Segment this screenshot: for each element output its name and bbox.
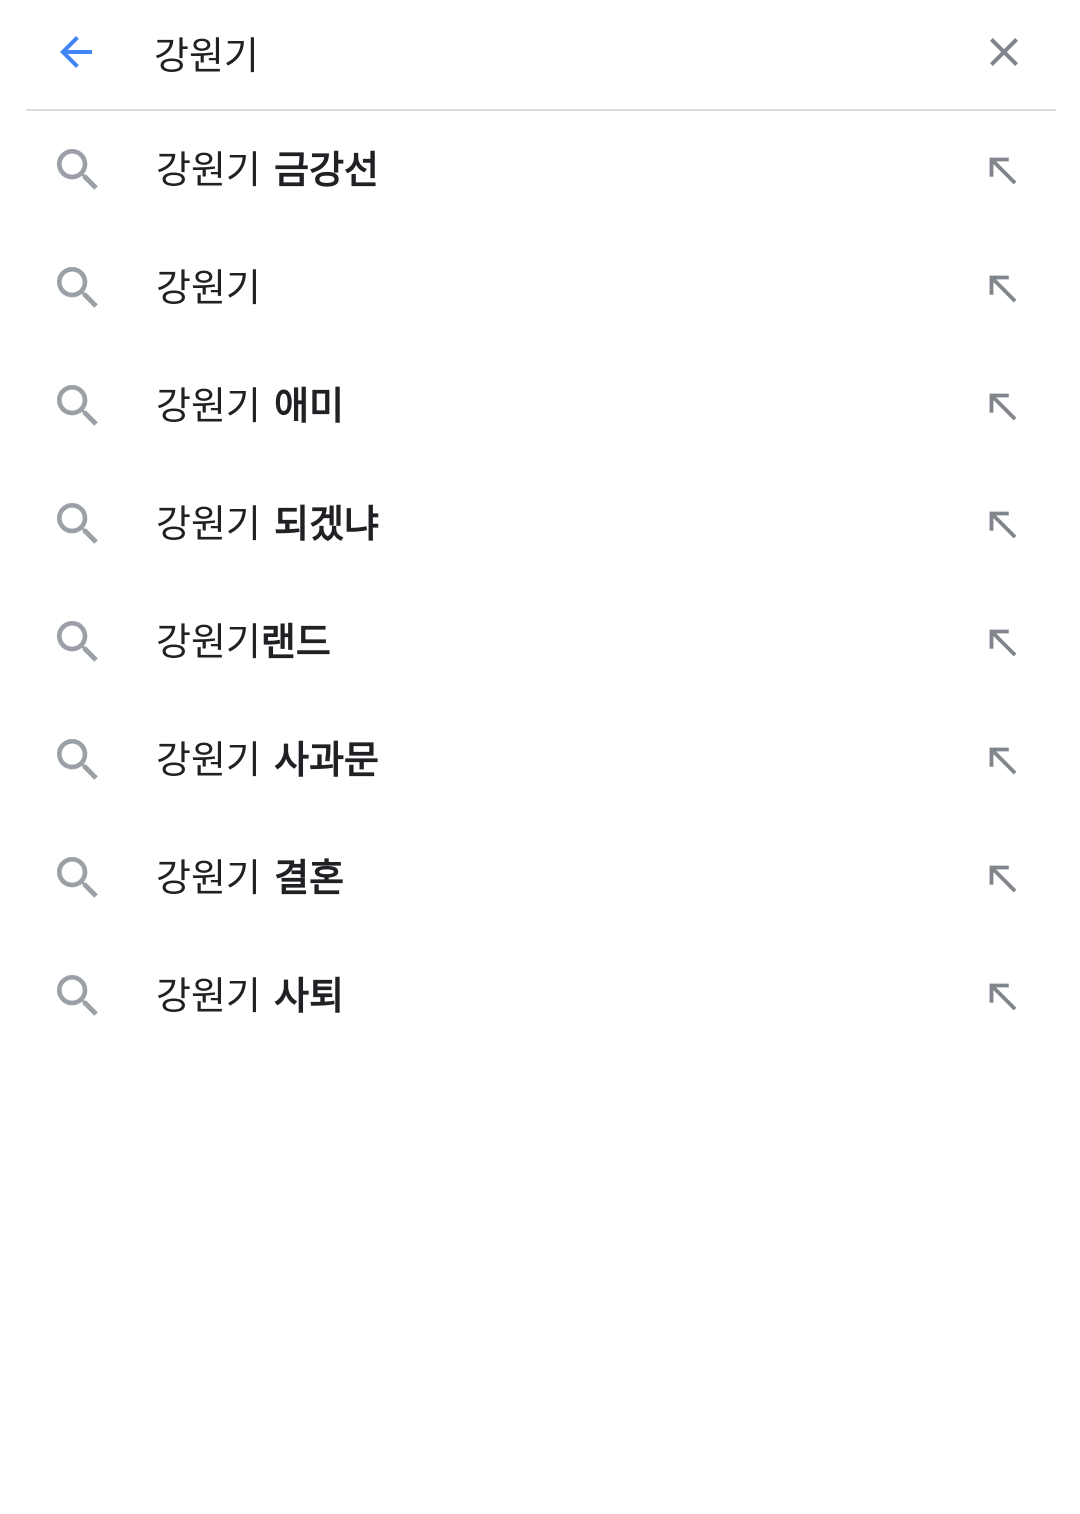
search-icon [57,857,98,898]
suggestion-prefix: 강원기 [156,738,261,782]
suggestion-prefix: 강원기 [156,620,261,664]
arrow-back-icon [60,36,92,68]
suggestion-text: 강원기 사퇴 [156,938,344,1056]
suggestion-text: 강원기 금강선 [156,112,379,230]
back-button[interactable] [46,22,106,82]
suggestion-completion: 애미 [260,384,345,428]
suggestion-text: 강원기 사과문 [156,702,379,820]
suggestion-item[interactable]: 강원기 되겠냐 [0,466,1080,584]
clear-button[interactable] [974,22,1034,82]
arrow-north-west-icon [989,983,1017,1011]
suggestion-completion: 되겠냐 [260,502,380,546]
suggestion-item[interactable]: 강원기 금강선 [0,112,1080,230]
suggestion-prefix: 강원기 [156,856,261,900]
arrow-north-west-icon [989,393,1017,421]
arrow-north-west-icon [989,275,1017,303]
suggestion-completion: 랜드 [260,620,331,664]
fill-query-button[interactable] [978,736,1028,786]
fill-query-button[interactable] [978,264,1028,314]
fill-query-button[interactable] [978,382,1028,432]
suggestion-list: 강원기 금강선 강원기 강원기 애미 강원기 되겠냐 강원기랜드 강원기 사과문… [0,112,1080,1056]
suggestion-item[interactable]: 강원기 결혼 [0,820,1080,938]
suggestion-item[interactable]: 강원기랜드 [0,584,1080,702]
fill-query-button[interactable] [978,146,1028,196]
suggestion-prefix: 강원기 [156,502,261,546]
arrow-north-west-icon [989,865,1017,893]
divider [26,109,1056,111]
arrow-north-west-icon [989,629,1017,657]
arrow-north-west-icon [989,511,1017,539]
suggestion-text: 강원기 결혼 [156,820,344,938]
search-icon [57,149,98,190]
fill-query-button[interactable] [978,854,1028,904]
fill-query-button[interactable] [978,500,1028,550]
suggestion-prefix: 강원기 [156,974,261,1018]
suggestion-prefix: 강원기 [156,148,261,192]
suggestion-item[interactable]: 강원기 [0,230,1080,348]
suggestion-text: 강원기 되겠냐 [156,466,379,584]
search-icon [57,621,98,662]
fill-query-button[interactable] [978,618,1028,668]
arrow-north-west-icon [989,747,1017,775]
suggestion-completion: 결혼 [260,856,345,900]
suggestion-item[interactable]: 강원기 애미 [0,348,1080,466]
close-icon [990,38,1018,66]
fill-query-button[interactable] [978,972,1028,1022]
suggestion-item[interactable]: 강원기 사과문 [0,702,1080,820]
arrow-north-west-icon [989,157,1017,185]
suggestion-completion: 사과문 [260,738,380,782]
suggestion-prefix: 강원기 [156,266,261,310]
search-bar [0,0,1080,110]
suggestion-completion: 금강선 [260,148,380,192]
suggestion-text: 강원기 애미 [156,348,344,466]
search-icon [57,267,98,308]
suggestion-completion: 사퇴 [260,974,345,1018]
suggestion-prefix: 강원기 [156,384,261,428]
search-icon [57,739,98,780]
suggestion-item[interactable]: 강원기 사퇴 [0,938,1080,1056]
search-input[interactable] [154,20,914,84]
search-icon [57,503,98,544]
search-icon [57,975,98,1016]
search-icon [57,385,98,426]
suggestion-text: 강원기랜드 [156,584,331,702]
suggestion-text: 강원기 [156,230,261,348]
